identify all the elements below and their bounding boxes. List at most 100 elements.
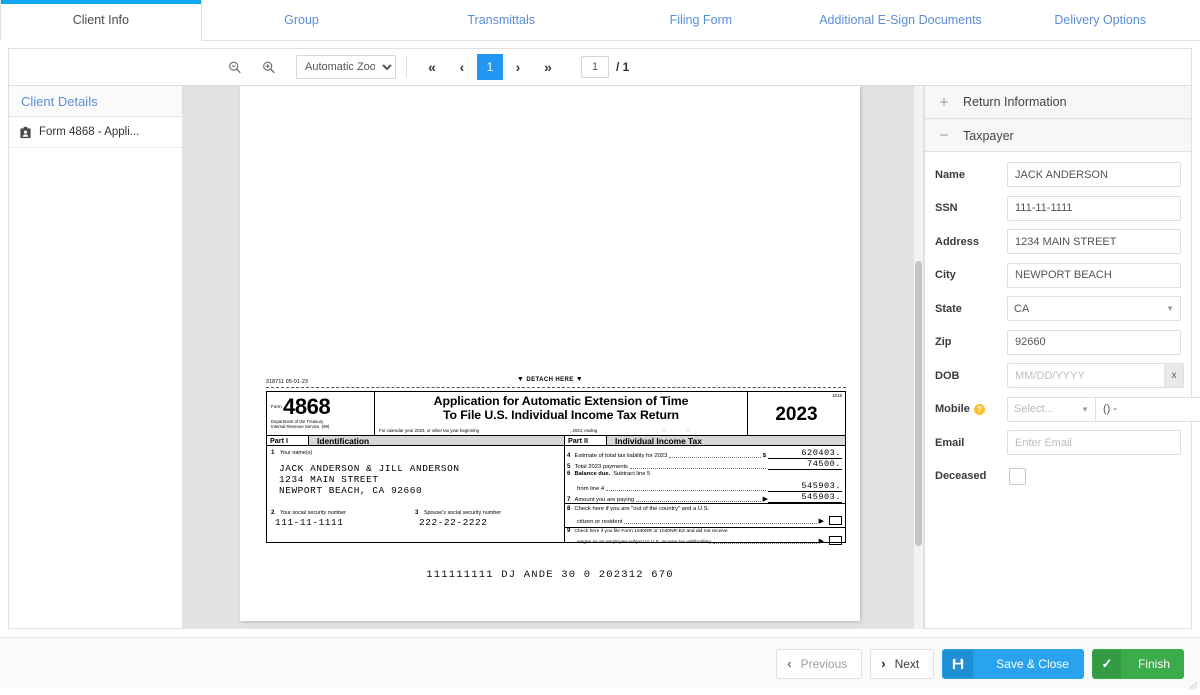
state-label: State (935, 303, 1007, 315)
name-label: Name (935, 169, 1007, 181)
line-1-row: 1 Your name(s) (271, 449, 312, 456)
tab-additional-esign-documents[interactable]: Additional E-Sign Documents (801, 0, 1001, 40)
part2-name: Individual Income Tax (607, 436, 702, 445)
save-disk-icon (943, 649, 973, 679)
zoom-level-select[interactable]: Automatic Zoom (296, 55, 396, 79)
leader-dots (669, 453, 761, 458)
dob-label: DOB (935, 370, 1007, 382)
form-number-cell: Form 4868 Department of the TreasuryInte… (267, 392, 375, 435)
current-page-button[interactable]: 1 (477, 54, 503, 80)
pdf-page-1: 318711 05-01-23 ▼ DETACH HERE ▼ Form 486… (240, 86, 860, 621)
line-8-checkbox[interactable] (829, 516, 842, 525)
check-icon: ✓ (1093, 649, 1121, 679)
zoom-in-icon[interactable] (256, 54, 282, 80)
tab-filing-form[interactable]: Filing Form (601, 0, 801, 40)
taxpayer-name-line: JACK ANDERSON & JILL ANDERSON (279, 463, 460, 474)
accordion-taxpayer-label: Taxpayer (963, 129, 1014, 143)
line-9-number: 9 (567, 528, 570, 534)
last-page-button[interactable]: » (533, 54, 563, 80)
city-input[interactable] (1007, 263, 1181, 288)
tab-label: Delivery Options (1054, 13, 1146, 27)
email-label: Email (935, 437, 1007, 449)
line-2-label: Your social security number (280, 510, 346, 516)
dob-clear-button[interactable]: x (1164, 363, 1184, 388)
form-year-cell: 1019 2023 (747, 392, 845, 435)
minus-icon: − (937, 128, 951, 143)
name-input[interactable] (1007, 162, 1181, 187)
line-9-checkbox[interactable] (829, 536, 842, 545)
previous-page-button[interactable]: ‹ (447, 54, 477, 80)
zoom-out-icon[interactable] (222, 54, 248, 80)
line-4-number: 4 (567, 452, 570, 459)
line-5-value: 74500. (768, 459, 842, 470)
mobile-label-text: Mobile (935, 403, 970, 415)
email-input[interactable] (1007, 430, 1181, 455)
mobile-carrier-select[interactable]: Select... ▼ (1007, 397, 1095, 422)
spouse-ssn-value: 222-22-2222 (419, 517, 488, 528)
form-number: 4868 (283, 394, 330, 420)
mobile-field-group: Select... ▼ (1007, 397, 1200, 422)
zip-input[interactable] (1007, 330, 1181, 355)
calendar-year-note: For calendar year 2023, or other tax yea… (379, 428, 479, 433)
tab-group[interactable]: Group (202, 0, 402, 40)
client-details-sidebar: Client Details Form 4868 - Appli... (8, 86, 183, 629)
ssn-input[interactable] (1007, 196, 1181, 221)
first-page-button[interactable]: « (417, 54, 447, 80)
field-row-email: Email (935, 426, 1181, 460)
form-scanline: 111111111 DJ ANDE 30 0 202312 670 (240, 569, 860, 581)
chevron-left-icon: ‹ (787, 656, 791, 671)
tab-delivery-options[interactable]: Delivery Options (1000, 0, 1200, 40)
mobile-number-input[interactable] (1095, 397, 1200, 422)
leader-dots (630, 464, 766, 469)
part1-name: Identification (309, 436, 565, 445)
dob-input[interactable] (1007, 363, 1164, 388)
save-and-close-label: Save & Close (982, 657, 1083, 671)
field-row-city: City (935, 259, 1181, 293)
next-button[interactable]: › Next (870, 649, 934, 679)
form-title-cell: Application for Automatic Extension of T… (375, 392, 747, 435)
toolbar-divider (406, 56, 407, 78)
accordion-return-information-label: Return Information (963, 95, 1067, 109)
sidebar-item-form-4868[interactable]: Form 4868 - Appli... (9, 117, 182, 148)
accordion-return-information[interactable]: + Return Information (925, 86, 1191, 119)
field-row-ssn: SSN (935, 192, 1181, 226)
resize-grip-icon[interactable] (1188, 677, 1198, 687)
leader-dots (606, 486, 766, 491)
line-1-number: 1 (271, 449, 274, 456)
address-input[interactable] (1007, 229, 1181, 254)
detach-here-label: ▼ DETACH HERE ▼ (240, 376, 860, 383)
pdf-viewer-vertical-scrollbar[interactable] (914, 86, 923, 629)
line-8-row: 8 Check here if you are "out of the coun… (567, 505, 842, 512)
page-number-input[interactable] (581, 56, 609, 78)
line-9-label2: wages as an employee subject to U.S. inc… (577, 540, 711, 545)
line-6-row: 6 Balance due. Subtract line 5 (567, 470, 842, 477)
previous-button[interactable]: ‹ Previous (776, 649, 862, 679)
finish-button[interactable]: ✓ Finish (1092, 649, 1184, 679)
taxpayer-address-line: 1234 MAIN STREET (279, 474, 379, 485)
tab-label: Filing Form (670, 13, 733, 27)
line-2-row: 2 Your social security number (271, 509, 346, 516)
save-and-close-button[interactable]: Save & Close (942, 649, 1084, 679)
tab-client-info[interactable]: Client Info (0, 0, 202, 41)
accordion-taxpayer[interactable]: − Taxpayer (925, 119, 1191, 152)
page-navigation-group: « ‹ 1 › » (417, 54, 563, 80)
field-row-dob: DOB x (935, 359, 1181, 393)
sidebar-header-label: Client Details (21, 94, 98, 109)
line-5-row: 5 Total 2023 payments 74500. (567, 459, 842, 470)
calendar-year-note2: , 2023, ending (570, 428, 597, 433)
help-icon[interactable]: ? (974, 404, 985, 415)
page-number-box: / 1 (581, 56, 629, 78)
line-9-continued-row: wages as an employee subject to U.S. inc… (567, 536, 842, 545)
line-6-number: 6 (567, 470, 570, 477)
field-row-name: Name (935, 158, 1181, 192)
scrollbar-thumb[interactable] (915, 261, 922, 546)
next-page-button[interactable]: › (503, 54, 533, 80)
leader-dots (636, 497, 761, 502)
tab-transmittals[interactable]: Transmittals (401, 0, 601, 40)
sidebar-header-client-details: Client Details (9, 86, 182, 117)
mobile-carrier-value: Select... (1014, 403, 1054, 415)
deceased-checkbox[interactable] (1009, 468, 1026, 485)
state-select[interactable]: CA ▼ (1007, 296, 1181, 321)
line-7-row: 7 Amount you are paying ▶ 545903. (567, 492, 842, 503)
leader-dots (713, 539, 817, 544)
